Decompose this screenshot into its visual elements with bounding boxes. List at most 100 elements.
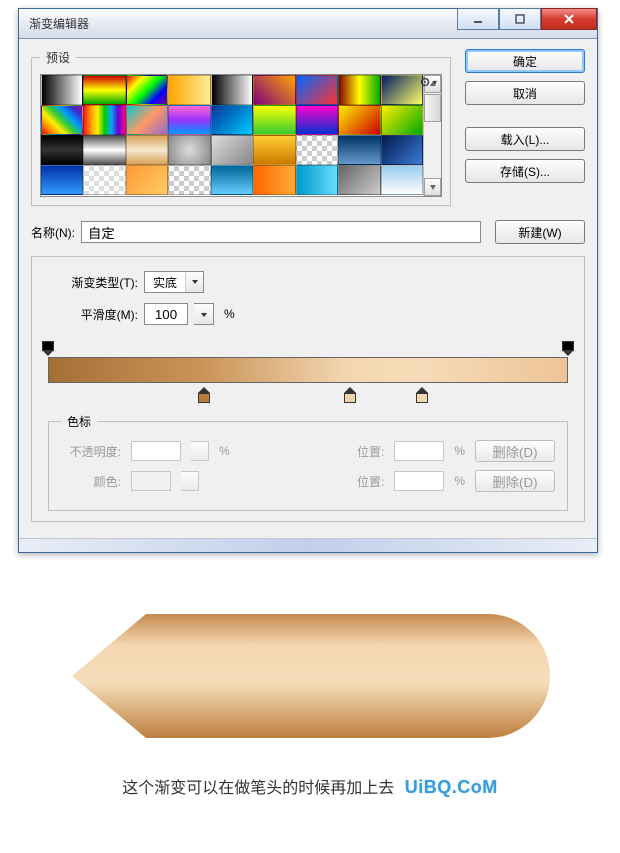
preset-swatch[interactable]	[41, 105, 83, 135]
preset-swatch[interactable]	[381, 165, 423, 195]
gradient-editor-window: 渐变编辑器 预设 ▾	[18, 8, 598, 553]
window-controls	[457, 9, 597, 38]
color-stops-group: 色标 不透明度: % 位置: % 删除(D) 颜色:	[48, 413, 568, 511]
percent-label: %	[224, 307, 235, 321]
preset-swatch[interactable]	[381, 135, 423, 165]
scroll-thumb[interactable]	[424, 94, 441, 122]
preset-swatch[interactable]	[168, 75, 210, 105]
opacity-stop-handle[interactable]	[42, 341, 54, 357]
preset-swatch[interactable]	[211, 165, 253, 195]
type-value: 实底	[145, 274, 185, 291]
opacity-input[interactable]	[131, 441, 181, 461]
name-input[interactable]	[81, 221, 481, 243]
position-label: 位置:	[324, 443, 384, 460]
color-stop-handle[interactable]	[416, 387, 428, 403]
preset-swatch[interactable]	[211, 135, 253, 165]
preset-swatch[interactable]	[83, 135, 125, 165]
preset-swatch[interactable]	[126, 165, 168, 195]
scroll-down-button[interactable]	[424, 178, 441, 196]
preset-swatch[interactable]	[338, 75, 380, 105]
action-buttons: 确定 取消 载入(L)... 存储(S)...	[465, 49, 585, 206]
preset-swatch[interactable]	[338, 135, 380, 165]
preset-swatch[interactable]	[296, 165, 338, 195]
preset-swatch[interactable]	[296, 135, 338, 165]
preset-swatch[interactable]	[41, 135, 83, 165]
type-label: 渐变类型(T):	[48, 274, 138, 291]
gear-icon[interactable]: ▾	[418, 74, 438, 90]
name-row: 名称(N): 新建(W)	[31, 220, 585, 244]
presets-container	[40, 74, 442, 197]
preset-swatch[interactable]	[41, 165, 83, 195]
preset-swatch[interactable]	[83, 105, 125, 135]
stops-legend: 色标	[61, 413, 97, 430]
caption: 这个渐变可以在做笔头的时候再加上去 UiBQ.CoM	[0, 774, 620, 798]
gradient-editor-group: 渐变类型(T): 实底 平滑度(M): % 色标 不透明度	[31, 256, 585, 522]
name-label: 名称(N):	[31, 224, 75, 241]
titlebar[interactable]: 渐变编辑器	[19, 9, 597, 39]
opacity-stop-handle[interactable]	[562, 341, 574, 357]
presets-legend: 预设	[40, 49, 76, 66]
preset-swatch[interactable]	[338, 165, 380, 195]
dialog-body: 预设 ▾ 确定 取消	[19, 39, 597, 538]
smoothness-stepper[interactable]	[194, 303, 214, 325]
preset-swatch[interactable]	[168, 135, 210, 165]
gradient-type-select[interactable]: 实底	[144, 271, 204, 293]
smoothness-input[interactable]	[144, 303, 188, 325]
cancel-button[interactable]: 取消	[465, 81, 585, 105]
preset-swatch[interactable]	[253, 165, 295, 195]
preset-swatch[interactable]	[296, 105, 338, 135]
scrollbar[interactable]	[423, 75, 441, 196]
pencil-result-image	[68, 608, 552, 744]
preset-swatch[interactable]	[381, 75, 423, 105]
preset-swatch[interactable]	[296, 75, 338, 105]
ok-button[interactable]: 确定	[465, 49, 585, 73]
preset-swatch[interactable]	[126, 75, 168, 105]
close-button[interactable]	[541, 8, 597, 30]
preset-swatch[interactable]	[83, 165, 125, 195]
preset-swatch[interactable]	[253, 105, 295, 135]
minimize-button[interactable]	[457, 8, 499, 30]
preset-swatch[interactable]	[168, 105, 210, 135]
preset-swatch[interactable]	[41, 75, 83, 105]
percent-label: %	[454, 444, 465, 458]
preset-swatch[interactable]	[381, 105, 423, 135]
color-stop-handle[interactable]	[344, 387, 356, 403]
opacity-stepper[interactable]	[191, 441, 209, 461]
preset-swatch[interactable]	[253, 135, 295, 165]
preset-swatch[interactable]	[253, 75, 295, 105]
caption-text: 这个渐变可以在做笔头的时候再加上去	[122, 780, 394, 797]
save-button[interactable]: 存储(S)...	[465, 159, 585, 183]
color-stepper[interactable]	[181, 471, 199, 491]
presets-group: 预设 ▾	[31, 49, 451, 206]
preset-swatch[interactable]	[126, 105, 168, 135]
color-label: 颜色:	[61, 473, 121, 490]
preset-swatch[interactable]	[168, 165, 210, 195]
gradient-bar[interactable]	[48, 357, 568, 383]
color-position-input[interactable]	[394, 471, 444, 491]
chevron-down-icon	[185, 272, 203, 292]
preset-swatch[interactable]	[211, 105, 253, 135]
percent-label: %	[454, 474, 465, 488]
load-button[interactable]: 载入(L)...	[465, 127, 585, 151]
watermark: UiBQ.CoM	[405, 777, 498, 798]
preset-swatch[interactable]	[83, 75, 125, 105]
scroll-track[interactable]	[424, 122, 441, 178]
chevron-down-icon: ▾	[433, 78, 437, 87]
color-swatch-input[interactable]	[131, 471, 171, 491]
preset-swatch[interactable]	[211, 75, 253, 105]
color-stop-handle[interactable]	[198, 387, 210, 403]
opacity-position-input[interactable]	[394, 441, 444, 461]
position-label: 位置:	[324, 473, 384, 490]
preset-swatch[interactable]	[338, 105, 380, 135]
smoothness-label: 平滑度(M):	[48, 306, 138, 323]
maximize-button[interactable]	[499, 8, 541, 30]
delete-opacity-button[interactable]: 删除(D)	[475, 440, 555, 462]
window-title: 渐变编辑器	[29, 15, 89, 32]
percent-label: %	[219, 444, 230, 458]
preset-swatch[interactable]	[126, 135, 168, 165]
opacity-label: 不透明度:	[61, 443, 121, 460]
new-button[interactable]: 新建(W)	[495, 220, 585, 244]
gradient-track-area	[48, 335, 568, 405]
preset-grid[interactable]	[41, 75, 423, 195]
delete-color-button[interactable]: 删除(D)	[475, 470, 555, 492]
